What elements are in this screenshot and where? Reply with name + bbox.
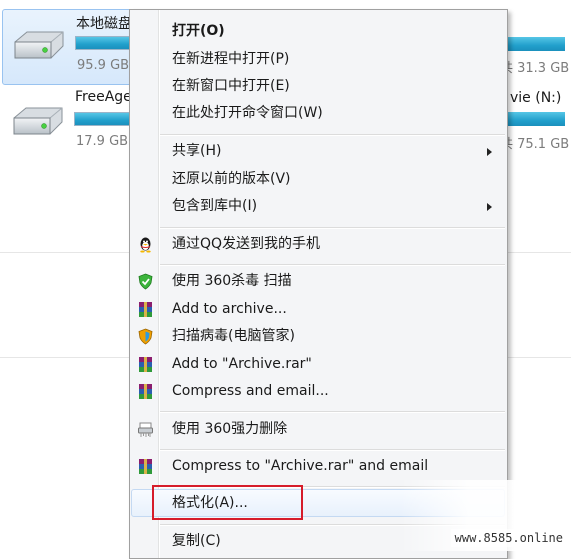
submenu-arrow-icon	[487, 148, 492, 156]
qq-penguin-icon	[140, 237, 151, 253]
menu-item-open[interactable]: 打开(O)	[130, 18, 507, 45]
winrar-icon	[139, 384, 152, 399]
winrar-icon	[139, 357, 152, 372]
menu-item-label: 使用 360杀毒 扫描	[172, 273, 292, 289]
menu-item-label: 使用 360强力删除	[172, 421, 288, 437]
menu-item-360-force-delete[interactable]: 使用 360强力删除	[130, 416, 507, 443]
right-drive-name[interactable]: vie (N:)	[510, 90, 561, 106]
menu-separator	[160, 227, 505, 229]
menu-item-label: 扫描病毒(电脑管家)	[172, 328, 295, 344]
menu-item-label: 在新窗口中打开(E)	[172, 78, 290, 94]
winrar-icon	[139, 302, 152, 317]
menu-item-scan-tencent[interactable]: 扫描病毒(电脑管家)	[130, 323, 507, 350]
menu-item-label: 共享(H)	[172, 143, 222, 159]
menu-item-label: 在此处打开命令窗口(W)	[172, 105, 323, 121]
menu-item-send-qq[interactable]: 通过QQ发送到我的手机	[130, 231, 507, 258]
drive-size: 95.9 GB	[77, 58, 130, 73]
drive-name: FreeAge	[75, 89, 132, 105]
menu-item-label: 包含到库中(I)	[172, 198, 258, 214]
menu-item-label: Compress and email...	[172, 383, 329, 399]
menu-item-open-command-window[interactable]: 在此处打开命令窗口(W)	[130, 100, 507, 127]
menu-item-360-scan[interactable]: 使用 360杀毒 扫描	[130, 268, 507, 295]
menu-separator	[160, 264, 505, 266]
360-shield-icon	[138, 273, 153, 290]
right-drive-free: 共 31.3 GB	[500, 61, 570, 76]
shredder-icon	[138, 422, 153, 437]
hard-drive-icon	[14, 31, 64, 59]
hard-drive-icon	[13, 107, 63, 135]
menu-item-share[interactable]: 共享(H)	[130, 138, 507, 165]
drive-size: 17.9 GB	[76, 134, 129, 149]
tencent-shield-icon	[138, 328, 153, 345]
menu-item-include-in-library[interactable]: 包含到库中(I)	[130, 193, 507, 220]
menu-item-open-new-window[interactable]: 在新窗口中打开(E)	[130, 73, 507, 100]
right-drive-free: 共 75.1 GB	[500, 137, 570, 152]
menu-item-label: Add to "Archive.rar"	[172, 356, 312, 372]
menu-item-label: Add to archive...	[172, 301, 287, 317]
menu-separator	[160, 134, 505, 136]
menu-item-compress-to-rar-and-email[interactable]: Compress to "Archive.rar" and email	[130, 453, 507, 480]
watermark: www.8585.online	[450, 529, 567, 547]
menu-item-label: 打开(O)	[172, 23, 225, 39]
drive-name: 本地磁盘	[76, 16, 132, 32]
highlight-annotation-box	[152, 485, 303, 520]
winrar-icon	[139, 459, 152, 474]
menu-item-open-new-process[interactable]: 在新进程中打开(P)	[130, 46, 507, 73]
menu-item-compress-and-email[interactable]: Compress and email...	[130, 378, 507, 405]
menu-item-label: Compress to "Archive.rar" and email	[172, 458, 429, 474]
menu-item-add-to-archive-rar[interactable]: Add to "Archive.rar"	[130, 351, 507, 378]
menu-separator	[160, 411, 505, 413]
context-menu[interactable]: 打开(O) 在新进程中打开(P) 在新窗口中打开(E) 在此处打开命令窗口(W)…	[129, 9, 508, 559]
menu-item-label: 在新进程中打开(P)	[172, 51, 290, 67]
menu-separator	[160, 449, 505, 451]
menu-item-restore-previous[interactable]: 还原以前的版本(V)	[130, 166, 507, 193]
right-drive-usage-bar	[508, 37, 565, 51]
right-drive-usage-bar	[508, 112, 565, 126]
submenu-arrow-icon	[487, 203, 492, 211]
menu-item-label: 还原以前的版本(V)	[172, 171, 291, 187]
menu-item-add-to-archive[interactable]: Add to archive...	[130, 296, 507, 323]
menu-item-label: 通过QQ发送到我的手机	[172, 236, 321, 252]
